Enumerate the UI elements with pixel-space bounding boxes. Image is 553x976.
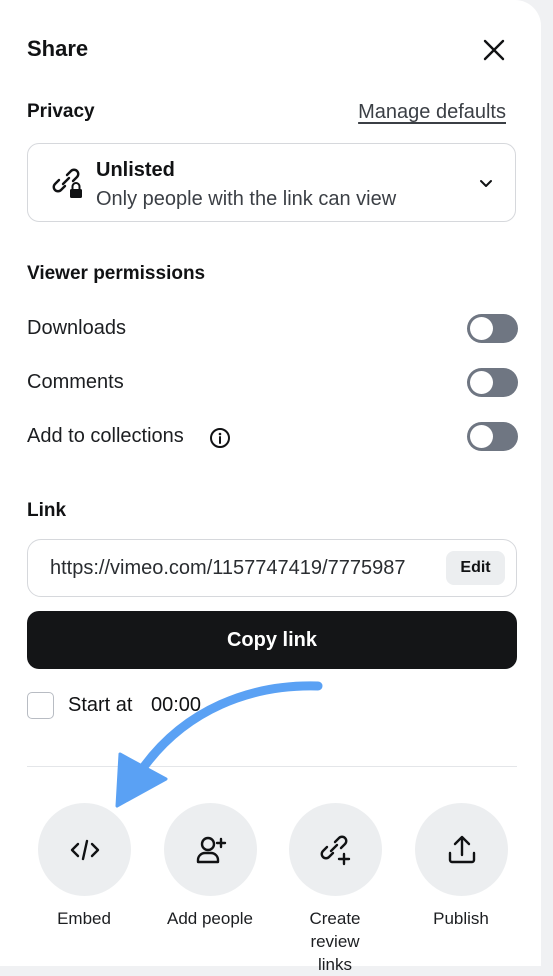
chevron-down-icon (480, 180, 492, 187)
add-person-icon (196, 836, 226, 863)
link-plus-icon (320, 835, 350, 865)
code-icon (70, 839, 99, 860)
downloads-toggle[interactable] (467, 314, 518, 343)
close-icon[interactable] (478, 34, 510, 66)
review-links-icon-circle (289, 803, 382, 896)
comments-label: Comments (27, 371, 124, 393)
start-at-time[interactable]: 00:00 (151, 694, 201, 717)
publish-label: Publish (433, 909, 489, 928)
publish-icon-circle (415, 803, 508, 896)
share-link-field[interactable]: https://vimeo.com/1157747419/7775987 Edi… (27, 539, 517, 597)
link-lock-icon (52, 168, 82, 198)
embed-label: Embed (57, 909, 111, 928)
edit-link-button[interactable]: Edit (446, 551, 505, 585)
share-link-url[interactable]: https://vimeo.com/1157747419/7775987 (50, 557, 440, 580)
downloads-label: Downloads (27, 317, 126, 339)
link-label: Link (27, 500, 67, 521)
copy-link-button[interactable]: Copy link (27, 611, 517, 669)
info-icon[interactable] (209, 427, 231, 449)
privacy-dropdown[interactable]: Unlisted Only people with the link can v… (27, 143, 516, 222)
add-people-icon-circle (164, 803, 257, 896)
manage-defaults-link[interactable]: Manage defaults (358, 101, 506, 124)
toggle-knob (470, 371, 493, 394)
panel-title: Share (27, 36, 89, 61)
toggle-knob (470, 317, 493, 340)
start-at-checkbox[interactable] (27, 692, 54, 719)
comments-toggle[interactable] (467, 368, 518, 397)
toggle-knob (470, 425, 493, 448)
start-at-label: Start at (68, 694, 133, 716)
privacy-label: Privacy (27, 101, 95, 122)
add-to-collections-toggle[interactable] (467, 422, 518, 451)
embed-icon-circle (38, 803, 131, 896)
privacy-option-subtitle: Only people with the link can view (96, 188, 397, 210)
add-people-label: Add people (166, 909, 254, 928)
divider (27, 766, 517, 767)
upload-icon (448, 835, 475, 863)
share-panel: Share Privacy Manage defaults Unlisted O… (0, 0, 541, 974)
add-to-collections-label: Add to collections (27, 425, 184, 447)
viewer-permissions-label: Viewer permissions (27, 263, 206, 284)
privacy-option-title: Unlisted (96, 159, 175, 181)
